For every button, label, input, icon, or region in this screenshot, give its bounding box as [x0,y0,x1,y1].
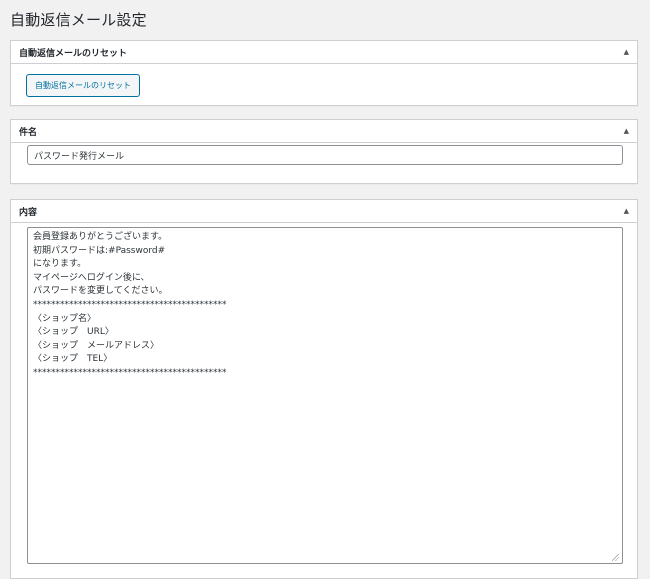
subject-postbox-header[interactable]: 件名 ▲ [11,120,637,143]
subject-input[interactable] [27,145,623,165]
subject-postbox: 件名 ▲ [10,119,638,184]
collapse-toggle-icon[interactable]: ▲ [624,127,629,135]
body-textarea[interactable]: 会員登録ありがとうございます。 初期パスワードは:#Password# になりま… [27,227,623,564]
reset-postbox-title: 自動返信メールのリセット [19,48,128,59]
collapse-toggle-icon[interactable]: ▲ [624,207,629,215]
resize-grip-icon[interactable] [612,554,619,561]
reset-postbox-inside: 自動返信メールのリセット [11,64,637,97]
reset-postbox-header[interactable]: 自動返信メールのリセット ▲ [11,41,637,64]
collapse-toggle-icon[interactable]: ▲ [624,48,629,56]
page-title: 自動返信メール設定 [10,11,147,29]
body-postbox: 内容 ▲ 会員登録ありがとうございます。 初期パスワードは:#Password#… [10,199,638,579]
body-postbox-title: 内容 [19,207,38,218]
reset-autoreply-button[interactable]: 自動返信メールのリセット [26,74,140,97]
body-postbox-header[interactable]: 内容 ▲ [11,200,637,223]
reset-postbox: 自動返信メールのリセット ▲ 自動返信メールのリセット [10,40,638,106]
subject-postbox-title: 件名 [19,127,38,138]
